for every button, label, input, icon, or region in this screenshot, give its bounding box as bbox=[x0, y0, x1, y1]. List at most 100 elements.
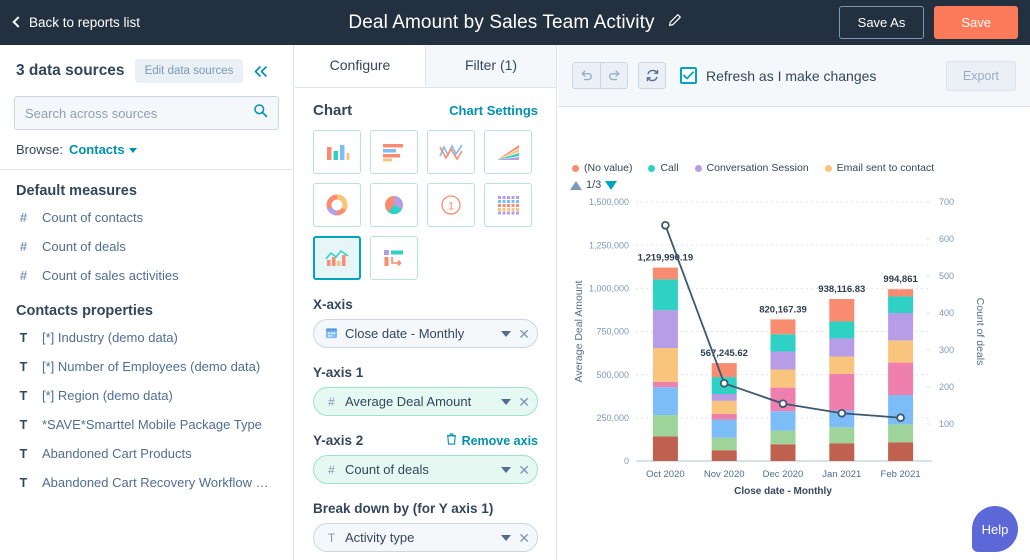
bar-segment[interactable] bbox=[829, 356, 855, 374]
bar-segment[interactable] bbox=[888, 289, 914, 297]
text-icon: T bbox=[19, 417, 28, 432]
close-icon[interactable]: ✕ bbox=[518, 327, 530, 341]
chevron-down-icon[interactable] bbox=[501, 330, 512, 337]
line-chart-icon[interactable] bbox=[427, 130, 475, 174]
chevron-down-icon[interactable] bbox=[501, 534, 512, 541]
refresh-checkbox-label: Refresh as I make changes bbox=[706, 67, 877, 84]
bar-segment[interactable] bbox=[829, 443, 855, 461]
bar-segment[interactable] bbox=[829, 299, 855, 322]
checkbox-icon[interactable] bbox=[680, 67, 697, 84]
vertical-bar-chart-icon[interactable] bbox=[313, 130, 361, 174]
close-icon[interactable]: ✕ bbox=[518, 395, 530, 409]
sidebar-item-abandoned-cart-products[interactable]: T Abandoned Cart Products bbox=[0, 439, 293, 468]
bar-segment[interactable] bbox=[770, 351, 796, 370]
bar-segment[interactable] bbox=[652, 436, 678, 461]
bar-segment[interactable] bbox=[829, 373, 855, 411]
grid-chart-icon[interactable] bbox=[484, 183, 532, 227]
sidebar-item-number-of-employees[interactable]: T [*] Number of Employees (demo data) bbox=[0, 352, 293, 381]
sidebar-item-abandoned-cart-recovery-workflow[interactable]: T Abandoned Cart Recovery Workflow Con… bbox=[0, 468, 293, 497]
bar-segment[interactable] bbox=[652, 267, 678, 280]
bar-segment[interactable] bbox=[711, 437, 737, 451]
single-value-chart-icon[interactable]: 1 bbox=[427, 183, 475, 227]
bar-segment[interactable] bbox=[829, 338, 855, 357]
bar-segment[interactable] bbox=[652, 310, 678, 349]
y-axis-2-select[interactable]: # Count of deals ✕ bbox=[313, 455, 538, 484]
sidebar-item-count-of-contacts[interactable]: # Count of contacts bbox=[0, 203, 293, 232]
donut-chart-icon[interactable] bbox=[313, 183, 361, 227]
double-chevron-left-icon[interactable] bbox=[253, 65, 270, 78]
close-icon[interactable]: ✕ bbox=[518, 531, 530, 545]
bar-segment[interactable] bbox=[888, 340, 914, 363]
bar-segment[interactable] bbox=[770, 411, 796, 431]
refresh-as-i-make-changes-checkbox[interactable]: Refresh as I make changes bbox=[680, 67, 876, 84]
area-chart-icon[interactable] bbox=[484, 130, 532, 174]
tab-configure[interactable]: Configure bbox=[295, 45, 425, 87]
search-icon[interactable] bbox=[253, 103, 268, 123]
sidebar-item-region[interactable]: T [*] Region (demo data) bbox=[0, 381, 293, 410]
remove-axis-button[interactable]: Remove axis bbox=[446, 433, 538, 448]
bar-segment[interactable] bbox=[711, 419, 737, 438]
bar-segment[interactable] bbox=[652, 387, 678, 416]
combo-chart-plot[interactable]: 0 250,000 500,000 750,000 1,000,000 1,250,000… bbox=[558, 107, 1030, 560]
bar-segment[interactable] bbox=[888, 362, 914, 396]
help-button[interactable]: Help bbox=[972, 506, 1018, 552]
bar-segment[interactable] bbox=[770, 319, 796, 335]
bar-segment[interactable] bbox=[888, 313, 914, 341]
close-icon[interactable]: ✕ bbox=[518, 463, 530, 477]
x-axis-select[interactable]: Close date - Monthly ✕ bbox=[313, 319, 538, 348]
undo-icon[interactable] bbox=[572, 62, 600, 89]
sidebar-item-count-of-sales-activities[interactable]: # Count of sales activities bbox=[0, 261, 293, 290]
search-across-sources[interactable] bbox=[14, 96, 279, 130]
bar-segment[interactable] bbox=[829, 321, 855, 339]
bar-segment[interactable] bbox=[888, 424, 914, 443]
bar-segment[interactable] bbox=[711, 450, 737, 461]
chevron-down-icon[interactable] bbox=[128, 148, 137, 153]
bar-segment[interactable] bbox=[711, 394, 737, 401]
pivot-table-icon[interactable] bbox=[370, 236, 418, 280]
bar-segment[interactable] bbox=[770, 369, 796, 388]
line-marker[interactable] bbox=[896, 413, 905, 423]
bar-segment[interactable] bbox=[888, 442, 914, 461]
bar-segment[interactable] bbox=[888, 296, 914, 314]
break-down-by-select[interactable]: T Activity type ✕ bbox=[313, 523, 538, 552]
field-label-y-axis-2: Y-axis 2 bbox=[313, 433, 364, 448]
refresh-icon[interactable] bbox=[638, 62, 666, 89]
bar-segment[interactable] bbox=[711, 400, 737, 414]
line-marker[interactable] bbox=[778, 399, 788, 408]
bar-segment[interactable] bbox=[711, 363, 737, 378]
bar-segment[interactable] bbox=[652, 348, 678, 382]
save-button[interactable]: Save bbox=[934, 6, 1018, 39]
tab-filter[interactable]: Filter (1) bbox=[425, 45, 556, 87]
bar-segment[interactable] bbox=[770, 334, 796, 352]
line-marker[interactable] bbox=[719, 378, 729, 388]
redo-icon[interactable] bbox=[600, 62, 628, 89]
search-input[interactable] bbox=[25, 105, 253, 121]
line-marker[interactable] bbox=[837, 408, 847, 418]
y-axis-2-value: Count of deals bbox=[345, 462, 429, 477]
sidebar-item-count-of-deals[interactable]: # Count of deals bbox=[0, 232, 293, 261]
bar-segment[interactable] bbox=[652, 279, 678, 311]
horizontal-bar-chart-icon[interactable] bbox=[370, 130, 418, 174]
export-button[interactable]: Export bbox=[945, 60, 1016, 91]
bar-segment[interactable] bbox=[711, 413, 737, 420]
combo-chart-icon[interactable] bbox=[313, 236, 361, 280]
edit-data-sources-button[interactable]: Edit data sources bbox=[134, 59, 244, 83]
y2-axis-title: Count of deals bbox=[974, 298, 986, 366]
browse-value[interactable]: Contacts bbox=[69, 142, 125, 157]
save-as-button[interactable]: Save As bbox=[838, 6, 925, 39]
y-axis-1-select[interactable]: # Average Deal Amount ✕ bbox=[313, 387, 538, 416]
chevron-down-icon[interactable] bbox=[501, 466, 512, 473]
pencil-icon[interactable] bbox=[667, 13, 682, 33]
line-marker[interactable] bbox=[661, 221, 670, 230]
bar-segment[interactable] bbox=[770, 444, 796, 461]
sidebar-item-industry[interactable]: T [*] Industry (demo data) bbox=[0, 323, 293, 352]
bar-segment[interactable] bbox=[829, 427, 855, 444]
back-to-reports-list-link[interactable]: Back to reports list bbox=[12, 15, 140, 30]
bar-segment[interactable] bbox=[770, 430, 796, 445]
bar-segment[interactable] bbox=[652, 415, 678, 437]
chart-settings-link[interactable]: Chart Settings bbox=[449, 103, 538, 118]
chevron-down-icon[interactable] bbox=[501, 398, 512, 405]
bar-segment[interactable] bbox=[652, 381, 678, 388]
pie-chart-icon[interactable] bbox=[370, 183, 418, 227]
sidebar-item-smarttel-mobile-package-type[interactable]: T *SAVE*Smarttel Mobile Package Type bbox=[0, 410, 293, 439]
